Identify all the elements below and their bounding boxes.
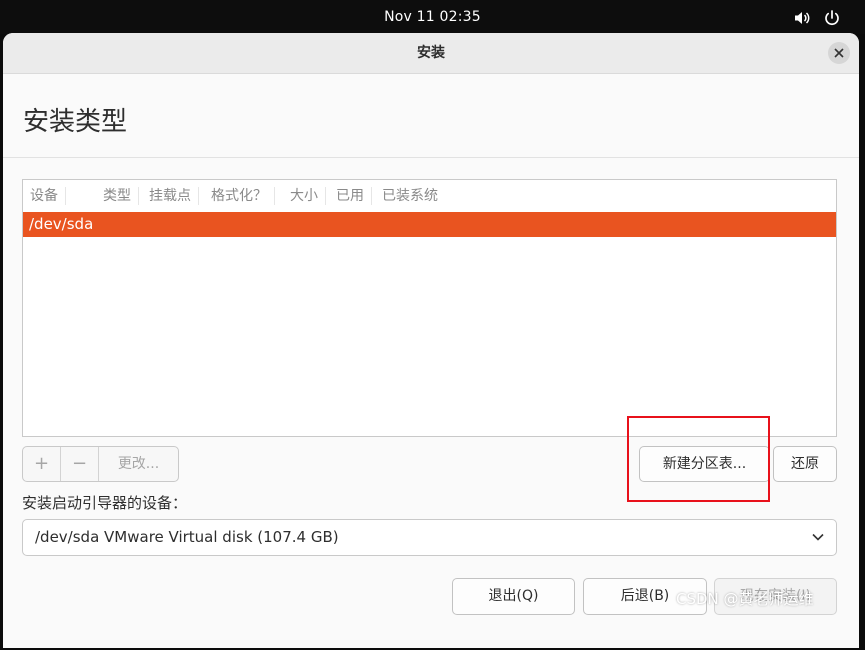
volume-icon[interactable] [793, 9, 811, 27]
column-header-format[interactable]: 格式化？ [211, 187, 275, 205]
clock[interactable]: Nov 11 02:35 [0, 0, 865, 34]
close-icon [834, 48, 844, 58]
column-header-mount[interactable]: 挂载点 [149, 187, 199, 205]
table-row[interactable]: /dev/sda [23, 212, 836, 237]
column-header-used[interactable]: 已用 [336, 187, 372, 205]
bootloader-device-select[interactable]: /dev/sda VMware Virtual disk (107.4 GB) [22, 519, 837, 556]
bootloader-device-value: /dev/sda VMware Virtual disk (107.4 GB) [35, 528, 339, 546]
remove-partition-button[interactable]: − [61, 447, 99, 481]
bootloader-label: 安装启动引导器的设备： [22, 494, 188, 512]
title-bar: 安装 [3, 33, 859, 74]
column-header-device[interactable]: 设备 [30, 187, 66, 205]
column-header-system[interactable]: 已装系统 [382, 187, 445, 205]
watermark: CSDN @黄老师运维 [676, 590, 814, 608]
chevron-down-icon [812, 533, 824, 541]
quit-button[interactable]: 退出(Q) [452, 578, 575, 615]
installer-window: 安装 安装类型 设备 类型 挂载点 格式化？ 大小 已用 已装系统 /dev/s… [3, 33, 859, 648]
window-title: 安装 [417, 45, 445, 61]
page-title: 安装类型 [23, 107, 128, 137]
power-icon[interactable] [823, 9, 841, 27]
partition-toolbar: + − 更改... [22, 446, 179, 482]
column-header-type[interactable]: 类型 [103, 187, 139, 205]
add-partition-button[interactable]: + [23, 447, 61, 481]
top-bar: Nov 11 02:35 [0, 0, 865, 34]
highlight-frame [627, 416, 770, 502]
partition-table[interactable]: 设备 类型 挂载点 格式化？ 大小 已用 已装系统 /dev/sda [22, 179, 837, 437]
device-cell: /dev/sda [29, 215, 94, 233]
close-button[interactable] [828, 42, 850, 64]
table-header: 设备 类型 挂载点 格式化？ 大小 已用 已装系统 [23, 180, 836, 212]
column-header-size[interactable]: 大小 [290, 187, 326, 205]
revert-button[interactable]: 还原 [773, 446, 837, 482]
divider [3, 157, 859, 158]
change-partition-button[interactable]: 更改... [99, 447, 178, 481]
